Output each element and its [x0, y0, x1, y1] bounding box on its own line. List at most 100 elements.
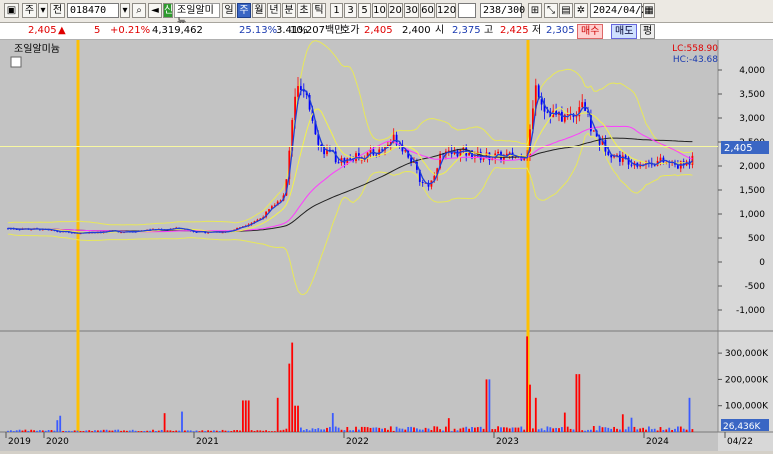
volume-bar [39, 430, 41, 432]
volume-bar [534, 397, 537, 432]
volume-bar [598, 425, 601, 432]
price-change-pct: +0.21% [110, 25, 151, 36]
volume-bar [621, 414, 624, 432]
interval-5[interactable]: 5 [358, 3, 371, 18]
line-tool-icon[interactable]: ⤡ [544, 3, 558, 18]
ask-price: 2,405 [364, 25, 393, 36]
volume-bar [41, 430, 44, 432]
volume-bar [181, 411, 183, 432]
chart-layout-icon[interactable]: ▣ [4, 3, 19, 18]
chart-legend: 조일알미늄 [14, 43, 60, 55]
calendar-icon[interactable]: ▦ [643, 3, 655, 18]
date-input[interactable]: 2024/04/22 [590, 3, 653, 18]
interval-3[interactable]: 3 [344, 3, 357, 18]
type-select[interactable]: 전 [50, 3, 65, 18]
interval-custom-input[interactable] [458, 3, 476, 18]
market-dropdown-icon[interactable]: ▾ [38, 3, 48, 18]
period-tick-tab[interactable]: 틱 [312, 3, 326, 18]
volume-bar [160, 429, 163, 432]
time-axis-label: 2019 [8, 437, 31, 447]
chart-options-icon[interactable] [10, 56, 22, 68]
volume-bar [421, 429, 424, 432]
volume-bar [285, 428, 288, 432]
save-icon[interactable]: ▤ [559, 3, 573, 18]
time-axis-label: 2023 [496, 437, 519, 447]
volume-bar [633, 426, 636, 432]
volume-bar [337, 427, 340, 432]
interval-20[interactable]: 20 [388, 3, 403, 18]
code-dropdown-icon[interactable]: ▾ [120, 3, 130, 18]
volume-bar [131, 429, 134, 432]
volume-bar [137, 431, 140, 432]
buy-button[interactable]: 매수 [577, 24, 604, 39]
volume-bar [352, 430, 354, 432]
volume-bar [311, 428, 314, 432]
volume-bar [68, 430, 70, 432]
evaluate-button[interactable]: 평 [640, 24, 656, 39]
period-year-tab[interactable]: 년 [267, 3, 281, 18]
search-icon[interactable]: ⌕ [132, 3, 146, 18]
volume-bar [584, 430, 586, 432]
candle-body [639, 165, 642, 167]
volume-bar [375, 427, 378, 432]
volume-bar [233, 430, 236, 432]
volume-axis-label: 300,000K [725, 349, 769, 359]
period-week-tab[interactable]: 주 [237, 3, 251, 18]
volume-bar [198, 431, 201, 432]
speaker-icon[interactable]: ◄ [148, 3, 162, 18]
volume-bar [682, 428, 685, 432]
volume-bar [242, 400, 244, 432]
data-count-field[interactable]: 238/300 [480, 3, 525, 18]
sell-button[interactable]: 매도 [611, 24, 638, 39]
volume-bar [656, 430, 659, 432]
volume-bar [134, 430, 137, 432]
volume-bar [102, 429, 105, 432]
volume-bar [117, 429, 120, 432]
stock-code-input[interactable]: 018470 [67, 3, 119, 18]
volume-bar [79, 430, 82, 432]
period-minute-tab[interactable]: 분 [282, 3, 296, 18]
chart-settings-icon[interactable]: ⊞ [528, 3, 542, 18]
volume-bar [271, 431, 273, 432]
period-second-tab[interactable]: 초 [297, 3, 311, 18]
volume-bar [253, 430, 256, 432]
interval-60[interactable]: 60 [420, 3, 435, 18]
volume-bar [366, 427, 369, 432]
volume-bar [27, 430, 30, 432]
candle-body [619, 154, 621, 162]
interval-10[interactable]: 10 [372, 3, 387, 18]
volume-bar [389, 426, 392, 432]
volume-bar [514, 427, 517, 432]
candle-body [607, 151, 610, 155]
volume-bar [604, 427, 607, 432]
volume-bar [387, 429, 389, 432]
interval-1[interactable]: 1 [330, 3, 343, 18]
volume-bar [471, 427, 473, 432]
gear-icon[interactable]: ✲ [574, 3, 588, 18]
volume-bar [7, 430, 9, 432]
volume-bar [413, 427, 415, 432]
price-axis-label: 1,000 [739, 210, 765, 220]
volume-bar [447, 418, 450, 432]
open-label: 시 [435, 25, 445, 36]
price-axis-label: -500 [745, 282, 766, 292]
volume-bar [430, 429, 433, 432]
high-price: 2,425 [500, 25, 529, 36]
volume-bar [659, 427, 662, 432]
period-month-tab[interactable]: 월 [252, 3, 266, 18]
interval-30[interactable]: 30 [404, 3, 419, 18]
volume-bar [250, 430, 253, 432]
period-day-tab[interactable]: 일 [222, 3, 236, 18]
volume-bar [175, 430, 178, 432]
volume-bar [442, 430, 444, 432]
volume-bar [650, 429, 653, 432]
volume-bar [88, 430, 91, 432]
volume-bar [662, 429, 665, 432]
time-axis-label: 2022 [346, 437, 369, 447]
volume-bar [685, 429, 688, 432]
market-select[interactable]: 주 [22, 3, 37, 18]
volume-bar [108, 430, 111, 432]
volume-bar [491, 429, 494, 432]
interval-120[interactable]: 120 [436, 3, 456, 18]
volume-bar [224, 430, 227, 432]
